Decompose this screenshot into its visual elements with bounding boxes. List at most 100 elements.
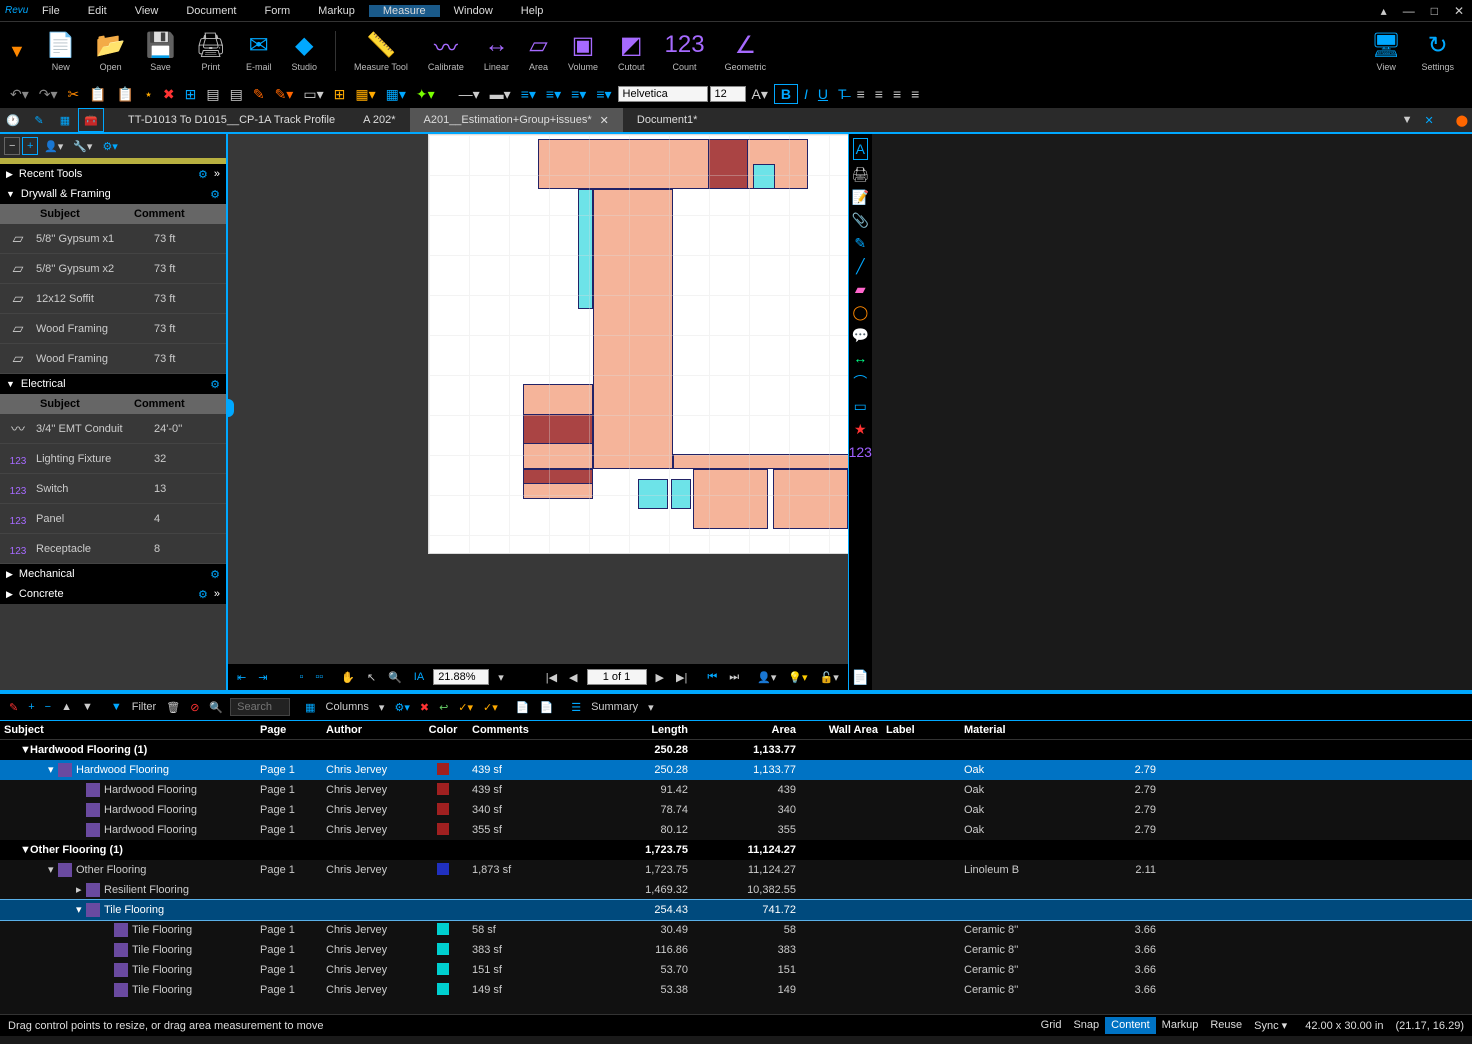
tab-filter-icon[interactable]: ▼ (1396, 114, 1419, 126)
gear-icon[interactable]: ⚙ (210, 568, 220, 581)
tool-calibrate[interactable]: 〰Calibrate (418, 28, 474, 74)
markups-body[interactable]: ▼Hardwood Flooring (1)250.281,133.77▾Har… (0, 740, 1472, 1014)
tool-new[interactable]: 📄New (36, 28, 86, 74)
markups-list-icon[interactable]: ✎ (6, 701, 21, 714)
tool-row[interactable]: ▱Wood Framing73 ft (0, 344, 226, 374)
status-toggle-markup[interactable]: Markup (1156, 1017, 1205, 1034)
check-icon[interactable]: ✓▾ (480, 701, 501, 714)
collapse-icon[interactable]: − (4, 137, 20, 155)
overflow-icon[interactable]: » (214, 588, 220, 600)
status-toggle-grid[interactable]: Grid (1035, 1017, 1068, 1034)
tool-geometric[interactable]: ∠Geometric (715, 28, 777, 74)
markup-row[interactable]: ▾Tile Flooring254.43741.72 (0, 900, 1472, 920)
cut-icon[interactable]: ✂ (64, 84, 84, 105)
doc1-icon[interactable]: ▤ (202, 84, 223, 105)
doc-tab[interactable]: A 202* (349, 108, 409, 132)
gear-icon[interactable]: ⚙ (210, 188, 220, 201)
col-comments-header[interactable]: Comments (468, 724, 592, 736)
col-author-header[interactable]: Author (322, 724, 418, 736)
markup-row[interactable]: ▾Hardwood FlooringPage 1Chris Jervey439 … (0, 760, 1472, 780)
italic-icon[interactable]: I (800, 84, 812, 104)
linestyle1-icon[interactable]: ≡▾ (517, 84, 540, 105)
next-page-icon[interactable]: ▶ (653, 671, 667, 684)
expand-caret-icon[interactable]: ▾ (48, 863, 58, 876)
add-markup-icon[interactable]: + (25, 701, 37, 713)
tab-icon-toolchest[interactable]: 🧰 (78, 108, 104, 132)
trash-icon[interactable]: 🗑 (163, 701, 183, 714)
search-icon[interactable]: 🔍 (206, 701, 226, 714)
copy-icon[interactable]: 📋 (85, 84, 110, 105)
section-recent-tools[interactable]: ▶ Recent Tools ⚙ » (0, 164, 226, 184)
right-tab-1-icon[interactable]: ⬤ (1452, 114, 1472, 127)
expand-caret-icon[interactable]: ▾ (48, 763, 58, 776)
thumb-icon[interactable]: ⊞ (330, 84, 350, 105)
move-down-icon[interactable]: ▼ (79, 701, 96, 713)
search-input[interactable] (230, 698, 290, 716)
pan-icon[interactable]: ✋ (338, 671, 358, 684)
menu-markup[interactable]: Markup (304, 5, 369, 17)
arc-tool-icon[interactable]: ⌒ (853, 372, 867, 392)
tab-icon-bookmarks[interactable]: ✎ (26, 108, 52, 132)
view-cont-icon[interactable]: ▫▫ (312, 671, 326, 683)
status-icon[interactable]: ✓▾ (455, 701, 476, 714)
profile-icon[interactable]: 👤▾ (40, 138, 67, 155)
tool-row[interactable]: 〰3/4'' EMT Conduit24'-0'' (0, 414, 226, 444)
page-input[interactable] (587, 669, 647, 685)
tool-chest-scroll[interactable]: ▶ Recent Tools ⚙ » ▼ Drywall & Framing ⚙… (0, 158, 226, 690)
zoom-input[interactable] (433, 669, 489, 685)
summary-dropdown-icon[interactable]: ▾ (645, 701, 657, 714)
doc2-icon[interactable]: ▤ (226, 84, 247, 105)
reply-icon[interactable]: ↩ (436, 701, 451, 714)
tool-e-mail[interactable]: ✉E-mail (236, 28, 282, 74)
font-size-select[interactable] (710, 86, 746, 102)
font-family-select[interactable] (618, 86, 708, 102)
maximize-icon[interactable]: □ (1423, 4, 1446, 18)
status-toggle-reuse[interactable]: Reuse (1204, 1017, 1248, 1034)
col-label-header[interactable]: Label (882, 724, 960, 736)
markup-row[interactable]: ▾Other FlooringPage 1Chris Jervey1,873 s… (0, 860, 1472, 880)
markup-row[interactable]: Hardwood FlooringPage 1Chris Jervey355 s… (0, 820, 1472, 840)
col-area-header[interactable]: Area (692, 724, 800, 736)
tab-icon-grid[interactable]: ▦ (52, 108, 78, 132)
menu-help[interactable]: Help (507, 5, 558, 17)
tool-view[interactable]: 🖥View (1361, 28, 1411, 74)
prev-page-icon[interactable]: ◀ (566, 671, 580, 684)
expand-caret-icon[interactable]: ▼ (20, 844, 30, 856)
text-select-icon[interactable]: IA (411, 671, 427, 683)
section-concrete[interactable]: ▶ Concrete ⚙ » (0, 584, 226, 604)
status-toggle-sync[interactable]: Sync ▾ (1248, 1017, 1293, 1034)
rect-tool-icon[interactable]: ▭ (854, 398, 867, 415)
sig-icon[interactable]: ✎▾ (271, 84, 298, 105)
doc-tab[interactable]: A201__Estimation+Group+issues* ✕ (410, 108, 623, 132)
layers-icon[interactable]: ▦▾ (351, 84, 379, 105)
tool-row[interactable]: 123Receptacle8 (0, 534, 226, 564)
tool-count[interactable]: 123Count (655, 28, 715, 74)
bold-icon[interactable]: B (774, 84, 798, 104)
eraser-tool-icon[interactable]: ▰ (855, 281, 866, 298)
expand-caret-icon[interactable]: ▸ (76, 883, 86, 896)
tool-save[interactable]: 💾Save (136, 28, 186, 74)
bulb-icon[interactable]: 💡▾ (785, 671, 810, 684)
linestyle2-icon[interactable]: ≡▾ (542, 84, 565, 105)
shape-tool-icon[interactable]: ◯ (852, 304, 868, 321)
markup-row[interactable]: Tile FlooringPage 1Chris Jervey151 sf53.… (0, 960, 1472, 980)
markup-row[interactable]: ▼Other Flooring (1)1,723.7511,124.27 (0, 840, 1472, 860)
panel-settings-icon[interactable]: ⚙▾ (98, 138, 121, 155)
forward-icon[interactable]: ⏭ (726, 671, 742, 684)
rewind-icon[interactable]: ⏮ (704, 671, 720, 684)
last-page-icon[interactable]: ▶| (673, 671, 690, 684)
delete-icon[interactable]: ✖ (159, 84, 179, 105)
view-single-icon[interactable]: ▫ (296, 671, 306, 683)
section-mechanical[interactable]: ▶ Mechanical ⚙ (0, 564, 226, 584)
tool-volume[interactable]: ▣Volume (558, 28, 608, 74)
zoom-dropdown-icon[interactable]: ▾ (495, 671, 507, 684)
line-tool-icon[interactable]: ╱ (856, 258, 864, 275)
text-tool-icon[interactable]: A (853, 138, 868, 160)
menu-form[interactable]: Form (251, 5, 305, 17)
gear-icon[interactable]: ⚙ (198, 588, 208, 601)
col-length-header[interactable]: Length (592, 724, 692, 736)
help-icon[interactable]: ▴ (1373, 4, 1395, 18)
zoom-icon[interactable]: 🔍 (385, 671, 405, 684)
expand-caret-icon[interactable]: ▾ (76, 903, 86, 916)
wrench-icon[interactable]: 🔧▾ (69, 138, 96, 155)
